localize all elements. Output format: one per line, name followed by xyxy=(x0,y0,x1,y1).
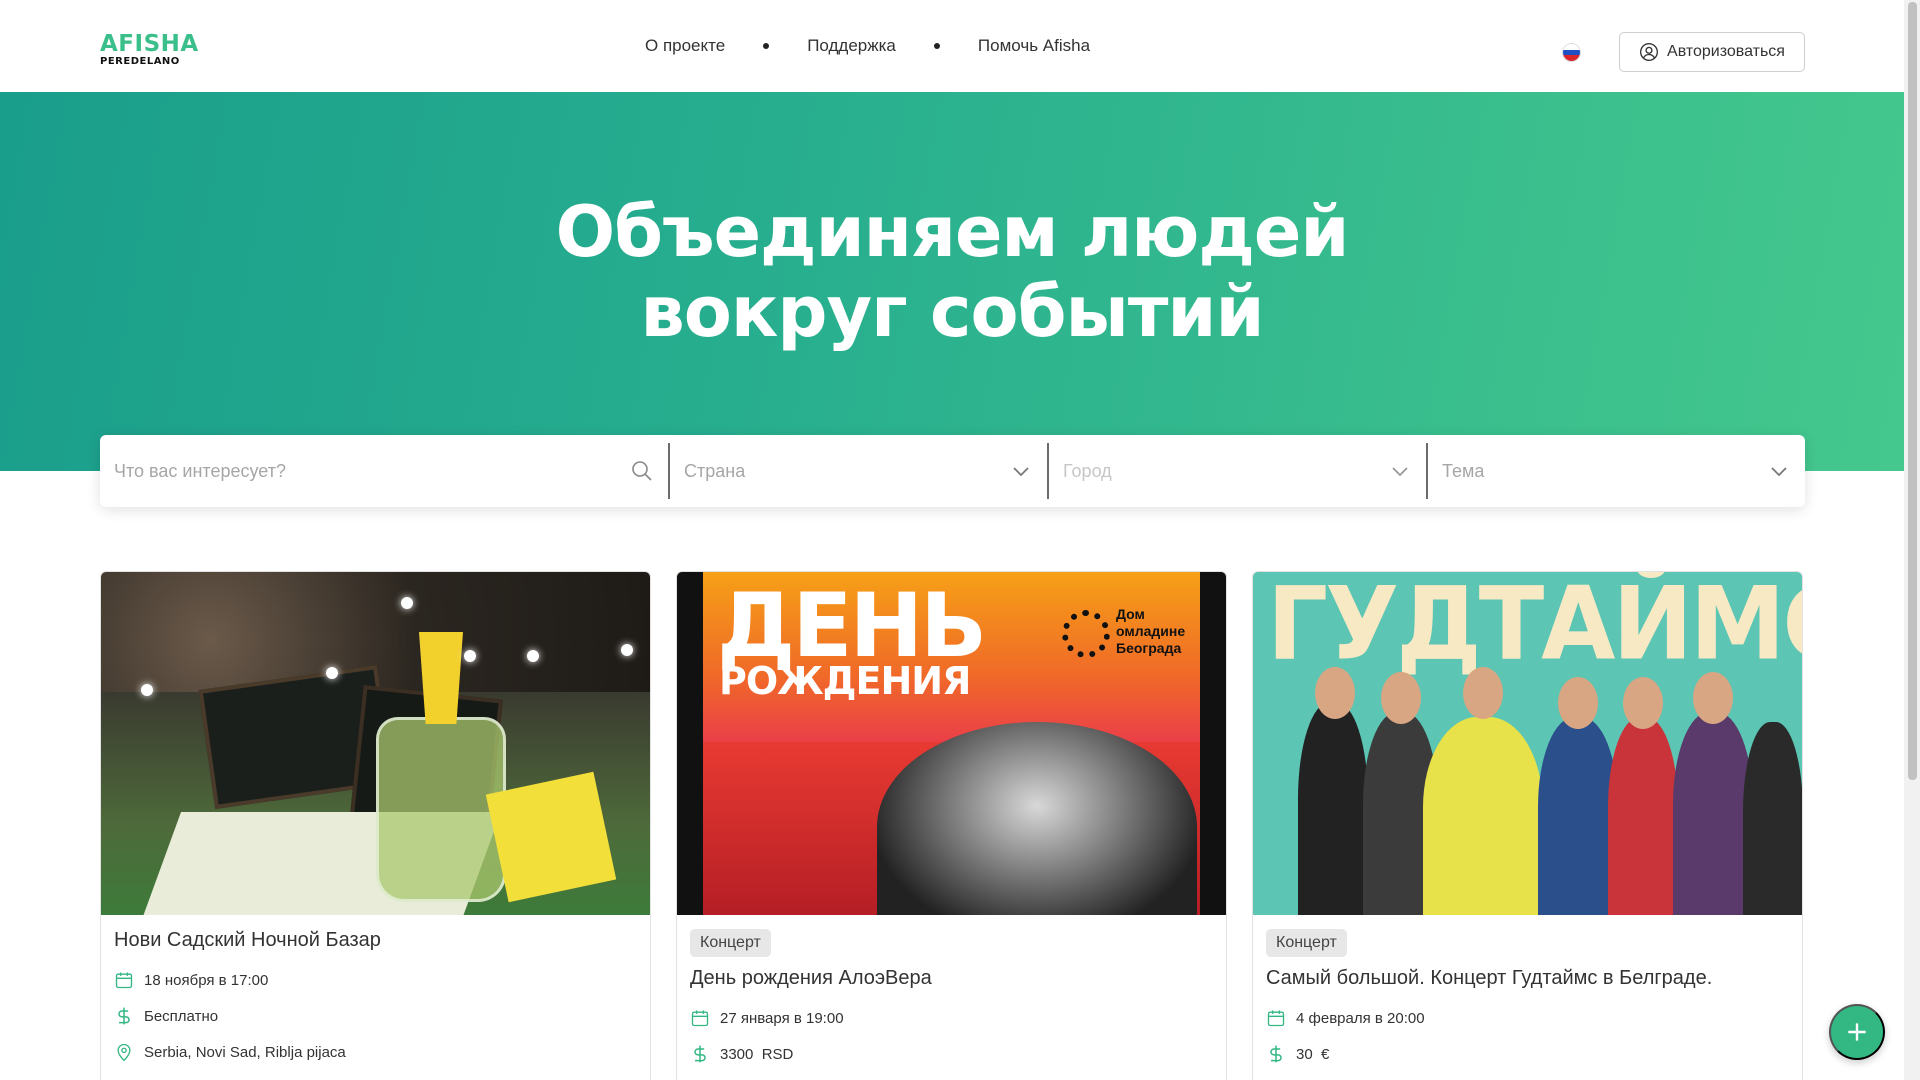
hero-title-line1: Объединяем людей xyxy=(555,191,1350,273)
logo[interactable]: AFISHA PEREDELANO xyxy=(100,33,199,67)
nav-separator xyxy=(763,43,770,49)
login-label: Авторизоваться xyxy=(1667,43,1785,60)
russia-flag-icon[interactable] xyxy=(1562,43,1581,62)
category-badge[interactable]: Концерт xyxy=(690,929,771,957)
nav-support[interactable]: Поддержка xyxy=(807,36,896,56)
nav-separator xyxy=(933,43,940,49)
search-input[interactable] xyxy=(114,460,654,482)
event-date: 27 января в 19:00 xyxy=(690,1000,1213,1036)
event-price: Бесплатно xyxy=(114,998,637,1034)
calendar-icon xyxy=(1267,1010,1285,1027)
map-pin-icon xyxy=(117,1043,131,1062)
image-text: РОЖДЕНИЯ xyxy=(719,659,971,703)
page-scrollbar[interactable] xyxy=(1904,0,1920,1080)
event-price: 3300 RSD xyxy=(690,1036,1213,1072)
event-card-body: Нови Садский Ночной Базар 18 ноября в 17… xyxy=(101,915,650,1080)
hero-title: Объединяем людей вокруг событий xyxy=(0,192,1904,352)
event-date: 4 февраля в 20:00 xyxy=(1266,1000,1789,1036)
venue-logo: Дом омладине Београда xyxy=(1062,606,1192,666)
login-button[interactable]: Авторизоваться xyxy=(1619,32,1805,72)
chevron-down-icon xyxy=(1771,467,1787,477)
image-text: ДЕНЬ xyxy=(717,574,987,677)
hero-banner: Объединяем людей вокруг событий xyxy=(0,92,1904,471)
main-nav: О проекте Поддержка Помочь Afisha xyxy=(645,0,1090,92)
logo-subtext: PEREDELANO xyxy=(100,56,180,67)
country-select-placeholder: Страна xyxy=(684,460,746,481)
calendar-icon xyxy=(691,1010,709,1027)
event-image[interactable] xyxy=(101,572,650,915)
dollar-icon xyxy=(1270,1045,1282,1063)
search-field xyxy=(100,435,668,507)
dollar-icon xyxy=(694,1045,706,1063)
event-card-body: Концерт Самый большой. Концерт Гудтаймс … xyxy=(1253,915,1802,1080)
event-location-text: Serbia, Novi Sad, Riblja pijaca xyxy=(144,1043,346,1061)
logo-text: AFISHA xyxy=(100,31,199,57)
event-card-body: Концерт День рождения АлоэВера 27 января… xyxy=(677,915,1226,1080)
event-date-text: 18 ноября в 17:00 xyxy=(144,971,269,989)
event-location: Serbia, Novi Sad, Riblja pijaca xyxy=(114,1034,637,1070)
plus-icon xyxy=(1848,1023,1866,1041)
event-card[interactable]: ГУДТАЙМС Концерт Самый большой. Концерт … xyxy=(1252,571,1803,1080)
country-select[interactable]: Страна xyxy=(668,443,1047,499)
event-card[interactable]: ДЕНЬ РОЖДЕНИЯ Дом омладине Београда Конц… xyxy=(676,571,1227,1080)
event-price: 30 € xyxy=(1266,1036,1789,1072)
event-date-text: 27 января в 19:00 xyxy=(720,1009,844,1027)
search-icon[interactable] xyxy=(630,459,654,483)
user-circle-icon xyxy=(1640,43,1659,61)
scrollbar-thumb[interactable] xyxy=(1908,2,1917,780)
hero-title-line2: вокруг событий xyxy=(640,271,1264,353)
search-filter-bar: Страна Город Тема xyxy=(100,435,1805,507)
event-price-text: 30 € xyxy=(1296,1045,1330,1063)
nav-help-afisha[interactable]: Помочь Afisha xyxy=(978,36,1090,56)
city-select[interactable]: Город xyxy=(1047,443,1426,499)
city-select-placeholder: Город xyxy=(1063,460,1112,481)
dollar-icon xyxy=(118,1007,130,1025)
category-badge[interactable]: Концерт xyxy=(1266,929,1347,957)
chevron-down-icon xyxy=(1013,467,1029,477)
event-card[interactable]: Нови Садский Ночной Базар 18 ноября в 17… xyxy=(100,571,651,1080)
event-title[interactable]: Самый большой. Концерт Гудтаймс в Белгра… xyxy=(1266,967,1789,990)
event-title[interactable]: Нови Садский Ночной Базар xyxy=(114,929,637,952)
topic-select-placeholder: Тема xyxy=(1442,460,1485,481)
event-price-text: 3300 RSD xyxy=(720,1045,794,1063)
event-price-text: Бесплатно xyxy=(144,1007,219,1025)
calendar-icon xyxy=(115,972,133,989)
site-header: AFISHA PEREDELANO О проекте Поддержка По… xyxy=(0,0,1904,92)
event-title[interactable]: День рождения АлоэВера xyxy=(690,967,1213,990)
event-date: 18 ноября в 17:00 xyxy=(114,962,637,998)
event-image[interactable]: ГУДТАЙМС xyxy=(1253,572,1802,915)
chevron-down-icon xyxy=(1392,467,1408,477)
add-event-button[interactable] xyxy=(1829,1004,1885,1060)
venue-logo-text: Дом омладине Београда xyxy=(1116,606,1186,656)
event-date-text: 4 февраля в 20:00 xyxy=(1296,1009,1425,1027)
nav-about[interactable]: О проекте xyxy=(645,36,725,56)
image-text: ГУДТАЙМС xyxy=(1267,572,1802,683)
event-image[interactable]: ДЕНЬ РОЖДЕНИЯ Дом омладине Београда xyxy=(677,572,1226,915)
topic-select[interactable]: Тема xyxy=(1426,443,1805,499)
